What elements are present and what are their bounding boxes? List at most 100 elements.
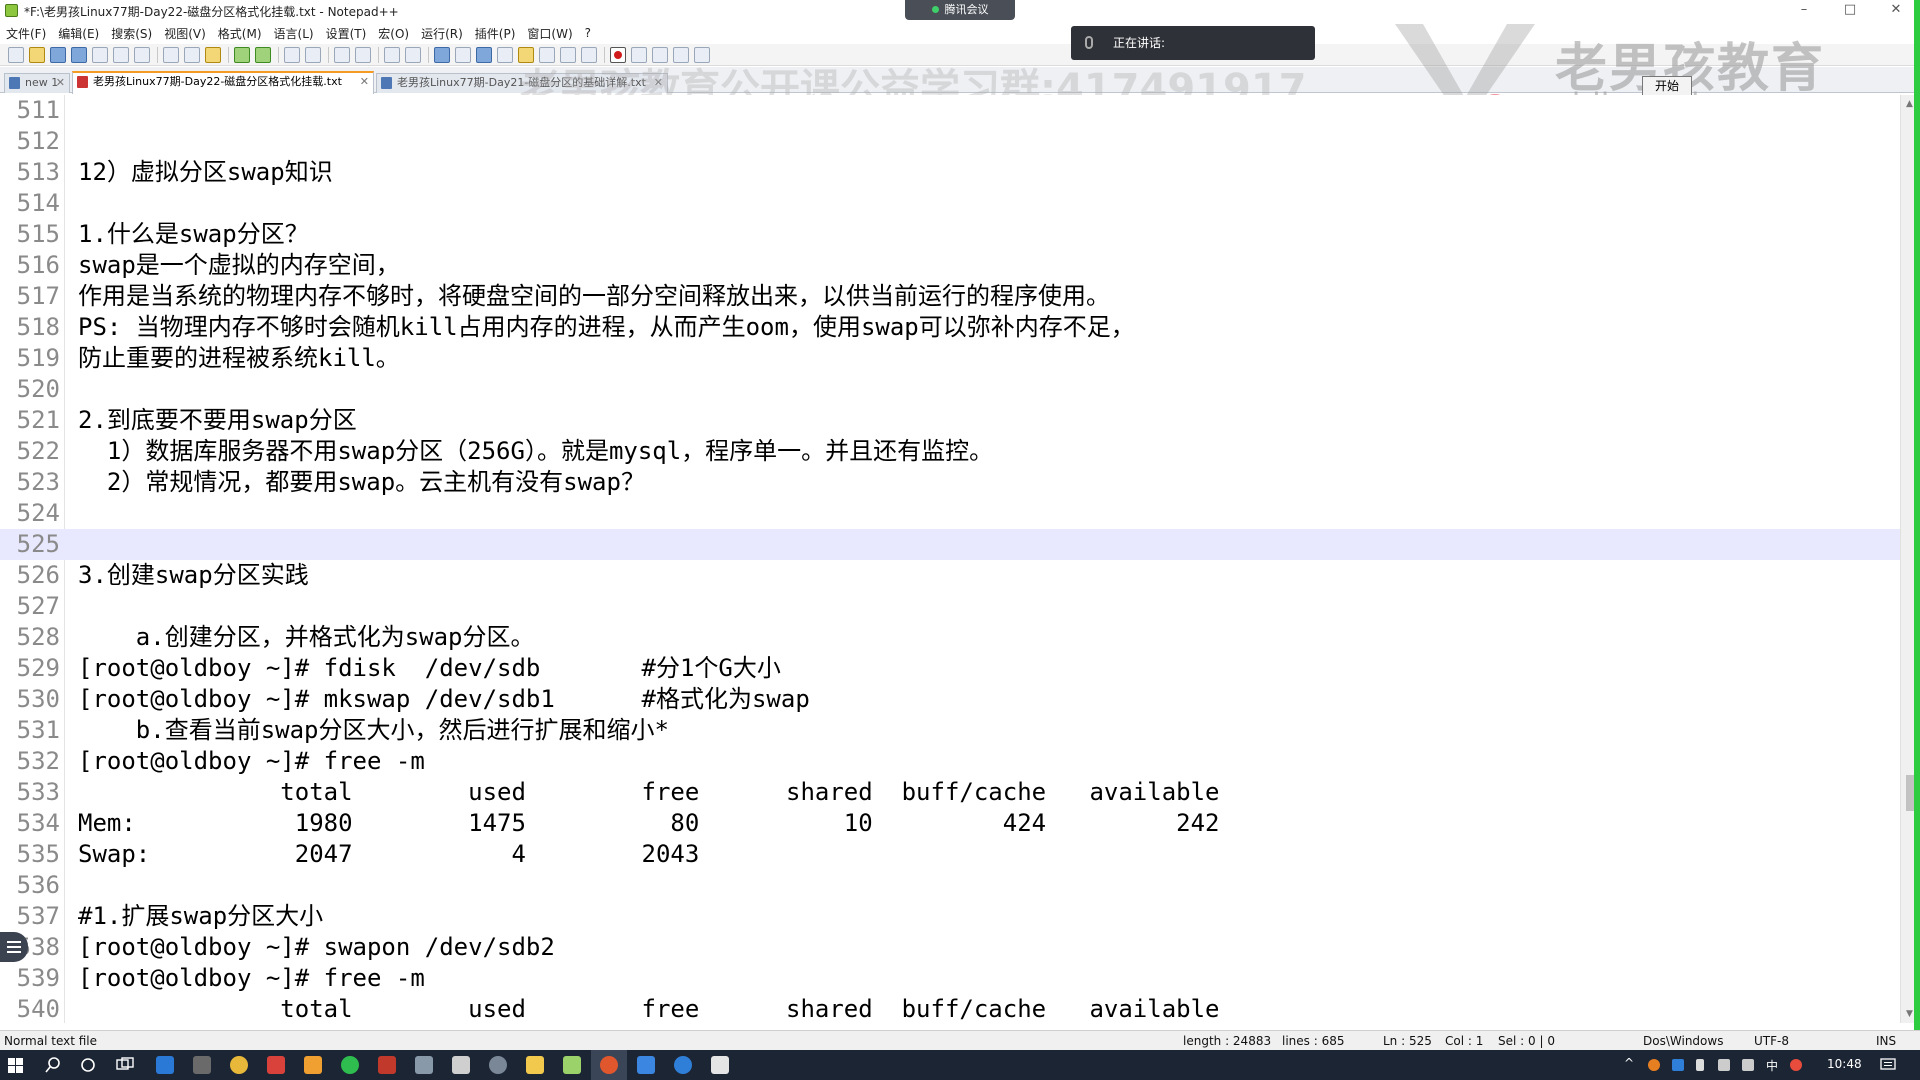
indent-guide-icon[interactable] — [476, 46, 492, 63]
app-taskbar-icon[interactable] — [378, 1056, 396, 1074]
menu-run[interactable]: 运行(R) — [421, 25, 463, 42]
minimize-button[interactable]: – — [1784, 0, 1824, 22]
editor-line[interactable]: 518 PS: 当物理内存不够时会随机kill占用内存的进程，从而产生oom，使用… — [0, 312, 1900, 343]
menu-view[interactable]: 视图(V) — [164, 25, 206, 42]
line-text[interactable]: total used free shared buff/cache availa… — [78, 777, 1219, 808]
line-text[interactable]: 3.创建swap分区实践 — [78, 560, 309, 591]
line-text[interactable]: Mem: 1980 1475 80 10 424 242 — [78, 808, 1220, 839]
editor-line[interactable]: 527 — [0, 591, 1900, 622]
tray-chevron-icon[interactable]: ^ — [1624, 1056, 1634, 1070]
scroll-down-icon[interactable]: ▼ — [1906, 1009, 1913, 1019]
editor-line[interactable]: 530 [root@oldboy ~]# mkswap /dev/sdb1 #格式… — [0, 684, 1900, 715]
wechat-icon[interactable] — [341, 1056, 359, 1074]
app-taskbar-icon[interactable] — [637, 1056, 655, 1074]
editor-line[interactable]: 522 1）数据库服务器不用swap分区（256G）。就是mysql，程序单一。… — [0, 436, 1900, 467]
print-icon[interactable] — [134, 46, 150, 63]
editor-line[interactable]: 539 [root@oldboy ~]# free -m — [0, 963, 1900, 994]
editor-line[interactable]: 540 total used free shared buff/cache av… — [0, 994, 1900, 1023]
app-taskbar-icon[interactable] — [193, 1056, 211, 1074]
line-text[interactable]: 1）数据库服务器不用swap分区（256G）。就是mysql，程序单一。并且还有… — [78, 436, 993, 467]
editor-line[interactable]: 536 — [0, 870, 1900, 901]
app-taskbar-icon[interactable] — [156, 1056, 174, 1074]
zoom-in-icon[interactable] — [334, 46, 350, 63]
menu-help[interactable]: ? — [585, 26, 591, 40]
line-text[interactable]: [root@oldboy ~]# free -m — [78, 746, 425, 777]
save-icon[interactable] — [50, 46, 66, 63]
line-text[interactable]: [root@oldboy ~]# free -m — [78, 963, 425, 994]
editor-line[interactable]: 511 — [0, 95, 1900, 126]
menu-file[interactable]: 文件(F) — [6, 25, 46, 42]
paste-icon[interactable] — [205, 46, 221, 63]
word-wrap-icon[interactable] — [434, 46, 450, 63]
tray-app-icon[interactable] — [1672, 1059, 1684, 1071]
side-menu-icon[interactable] — [0, 932, 28, 962]
scroll-up-icon[interactable]: ▲ — [1906, 99, 1913, 109]
language-icon[interactable] — [497, 46, 513, 63]
menu-window[interactable]: 窗口(W) — [527, 25, 572, 42]
notepadpp-taskbar-icon[interactable] — [563, 1056, 581, 1074]
line-text[interactable]: [root@oldboy ~]# mkswap /dev/sdb1 #格式化为s… — [78, 684, 810, 715]
app-taskbar-icon[interactable] — [415, 1056, 433, 1074]
close-file-icon[interactable] — [92, 46, 108, 63]
show-all-chars-icon[interactable] — [455, 46, 471, 63]
replace-icon[interactable] — [305, 46, 321, 63]
editor-line[interactable]: 526 3.创建swap分区实践 — [0, 560, 1900, 591]
cortana-icon[interactable] — [80, 1057, 96, 1073]
microphone-tray-icon[interactable] — [1696, 1059, 1704, 1071]
app-taskbar-icon[interactable] — [267, 1056, 285, 1074]
line-text[interactable]: 防止重要的进程被系统kill。 — [78, 343, 400, 374]
app-taskbar-icon[interactable] — [711, 1056, 729, 1074]
close-button[interactable]: ✕ — [1876, 0, 1916, 22]
status-eol-format[interactable]: Dos\Windows — [1643, 1034, 1723, 1048]
file-explorer-icon[interactable] — [526, 1056, 544, 1074]
app-taskbar-icon[interactable] — [304, 1056, 322, 1074]
save-all-icon[interactable] — [71, 46, 87, 63]
editor-line[interactable]: 528 a.创建分区，并格式化为swap分区。 — [0, 622, 1900, 653]
task-view-icon[interactable] — [116, 1057, 134, 1073]
editor-line[interactable]: 521 2.到底要不要用swap分区 — [0, 405, 1900, 436]
editor-line[interactable]: 537 #1.扩展swap分区大小 — [0, 901, 1900, 932]
close-all-icon[interactable] — [113, 46, 129, 63]
editor-line[interactable]: 533 total used free shared buff/cache av… — [0, 777, 1900, 808]
editor-line[interactable]: 514 — [0, 188, 1900, 219]
editor-line[interactable]: 531 b.查看当前swap分区大小，然后进行扩展和缩小* — [0, 715, 1900, 746]
line-text[interactable]: a.创建分区，并格式化为swap分区。 — [78, 622, 535, 653]
editor-line[interactable]: 532 [root@oldboy ~]# free -m — [0, 746, 1900, 777]
line-text[interactable]: b.查看当前swap分区大小，然后进行扩展和缩小* — [78, 715, 669, 746]
app-taskbar-icon[interactable] — [452, 1056, 470, 1074]
windows-start-icon[interactable] — [8, 1058, 23, 1073]
close-tab-icon[interactable]: ✕ — [360, 73, 369, 91]
menu-format[interactable]: 格式(M) — [218, 25, 262, 42]
tray-app-icon[interactable] — [1790, 1059, 1802, 1071]
network-icon[interactable] — [1718, 1059, 1730, 1071]
line-text[interactable]: [root@oldboy ~]# swapon /dev/sdb2 — [78, 932, 555, 963]
sync-vertical-icon[interactable] — [384, 46, 400, 63]
editor-line[interactable]: 529 [root@oldboy ~]# fdisk /dev/sdb #分1个G… — [0, 653, 1900, 684]
line-text[interactable]: 作用是当系统的物理内存不够时，将硬盘空间的一部分空间释放出来，以供当前运行的程序… — [78, 281, 1110, 312]
text-editor[interactable]: 511 512 513 12）虚拟分区swap知识 514 515 1.什么是swap分区？… — [0, 95, 1920, 1023]
zoom-out-icon[interactable] — [355, 46, 371, 63]
editor-line[interactable]: 512 — [0, 126, 1900, 157]
clock[interactable]: 10:48 — [1827, 1057, 1862, 1071]
maximize-button[interactable]: □ — [1830, 0, 1870, 22]
line-text[interactable]: Swap: 2047 4 2043 — [78, 839, 699, 870]
line-text[interactable]: #1.扩展swap分区大小 — [78, 901, 323, 932]
line-text[interactable]: total used free shared buff/cache availa… — [78, 994, 1219, 1023]
new-file-icon[interactable] — [8, 46, 24, 63]
close-tab-icon[interactable]: ✕ — [56, 74, 65, 92]
open-file-icon[interactable] — [29, 46, 45, 63]
meeting-indicator[interactable]: 腾讯会议 — [905, 0, 1015, 20]
line-text[interactable]: 12）虚拟分区swap知识 — [78, 157, 333, 188]
menu-search[interactable]: 搜索(S) — [111, 25, 152, 42]
editor-line[interactable]: 516 swap是一个虚拟的内存空间， — [0, 250, 1900, 281]
editor-line[interactable]: 517 作用是当系统的物理内存不够时，将硬盘空间的一部分空间释放出来，以供当前运行… — [0, 281, 1900, 312]
start-button[interactable]: 开始 — [1642, 76, 1692, 96]
ime-indicator[interactable]: 中 — [1766, 1057, 1778, 1074]
menu-plugins[interactable]: 插件(P) — [475, 25, 516, 42]
editor-line[interactable]: 538 [root@oldboy ~]# swapon /dev/sdb2 — [0, 932, 1900, 963]
line-text[interactable]: 1.什么是swap分区？ — [78, 219, 309, 250]
cut-icon[interactable] — [163, 46, 179, 63]
ie-browser-icon[interactable] — [674, 1056, 692, 1074]
tray-app-icon[interactable] — [1648, 1059, 1660, 1071]
tab-new-1[interactable]: new 1 ✕ — [4, 73, 70, 93]
